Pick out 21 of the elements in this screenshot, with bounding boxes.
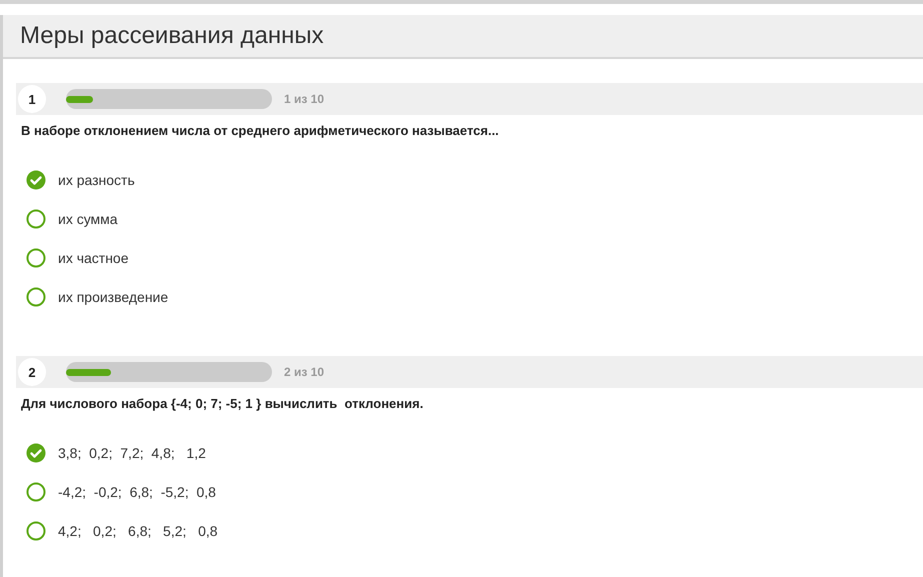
question-number: 1 bbox=[18, 85, 46, 113]
question-number: 2 bbox=[18, 358, 46, 386]
answer-label[interactable]: их произведение bbox=[58, 288, 168, 304]
answer-label[interactable]: 3,8; 0,2; 7,2; 4,8; 1,2 bbox=[58, 444, 206, 460]
answer-label[interactable]: их разность bbox=[58, 172, 135, 188]
question-text: В наборе отклонением числа от среднего арифметического называется... bbox=[21, 123, 500, 138]
answer-label[interactable]: 4,2; 0,2; 6,8; 5,2; 0,8 bbox=[58, 522, 218, 538]
radio-icon[interactable] bbox=[26, 248, 46, 268]
answer-label[interactable]: -4,2; -0,2; 6,8; -5,2; 0,8 bbox=[58, 484, 216, 500]
answer-label[interactable]: их сумма bbox=[58, 210, 118, 226]
checked-radio-icon[interactable] bbox=[26, 170, 46, 190]
page-title: Меры рассеивания данных bbox=[20, 22, 324, 50]
question-text: Для числового набора {-4; 0; 7; -5; 1 } вычислить отклонения. bbox=[21, 396, 424, 411]
radio-icon[interactable] bbox=[26, 482, 46, 502]
radio-icon[interactable] bbox=[26, 286, 46, 306]
radio-icon[interactable] bbox=[26, 208, 46, 228]
answer-label[interactable]: их частное bbox=[58, 250, 129, 266]
radio-icon[interactable] bbox=[26, 520, 46, 540]
progress-text: 1 из 10 bbox=[284, 92, 324, 106]
checked-radio-icon[interactable] bbox=[26, 442, 46, 462]
progress-text: 2 из 10 bbox=[284, 365, 324, 379]
